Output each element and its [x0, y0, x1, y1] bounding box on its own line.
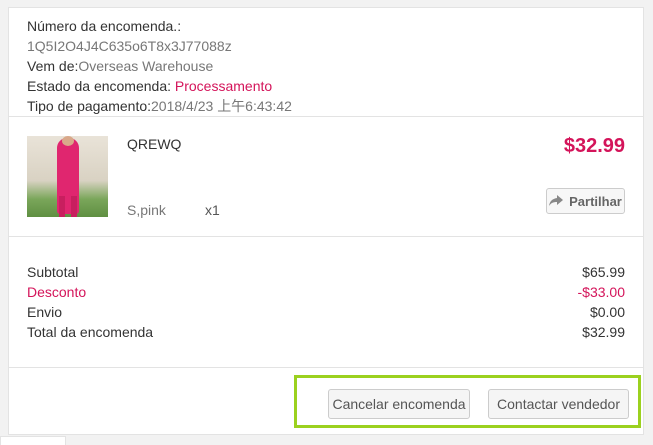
subtotal-label: Subtotal [27, 264, 79, 280]
order-number-label: Número da encomenda.: [27, 18, 182, 34]
subtotal-value: $65.99 [582, 264, 625, 280]
order-origin-value: Overseas Warehouse [78, 58, 214, 74]
order-payment-label: Tipo de pagamento: [27, 98, 152, 114]
contact-seller-button[interactable]: Contactar vendedor [488, 389, 629, 419]
divider [9, 116, 643, 117]
product-variant: S,pink [127, 202, 166, 218]
product-image[interactable] [27, 136, 108, 217]
share-button[interactable]: Partilhar [546, 188, 625, 214]
order-info: Número da encomenda.: 1Q5I2O4J4C635o6T8x… [27, 16, 625, 116]
order-status-label: Estado da encomenda: [27, 78, 175, 94]
order-origin-label: Vem de: [27, 58, 79, 74]
totals-row-discount: Desconto -$33.00 [27, 282, 625, 302]
discount-label: Desconto [27, 284, 87, 300]
order-totals: Subtotal $65.99 Desconto -$33.00 Envio $… [27, 262, 625, 342]
totals-row-total: Total da encomenda $32.99 [27, 322, 625, 342]
order-origin: Vem de:Overseas Warehouse [27, 56, 625, 76]
order-status-value: Processamento [174, 78, 273, 94]
share-arrow-icon [549, 195, 564, 206]
totals-row-shipping: Envio $0.00 [27, 302, 625, 322]
product-quantity: x1 [205, 202, 220, 218]
cancel-order-button[interactable]: Cancelar encomenda [328, 389, 470, 419]
order-payment-value: 2018/4/23 上午6:43:42 [151, 98, 292, 114]
totals-row-subtotal: Subtotal $65.99 [27, 262, 625, 282]
order-number-value: 1Q5I2O4J4C635o6T8x3J77088z [27, 38, 232, 54]
product-price: $32.99 [563, 135, 625, 157]
product-image-leg [71, 196, 77, 217]
order-actions: Cancelar encomenda Contactar vendedor [294, 375, 641, 428]
discount-value: -$33.00 [577, 284, 625, 300]
shipping-label: Envio [27, 304, 63, 320]
tab-stub [0, 436, 66, 445]
divider [9, 236, 643, 237]
order-total-value: $32.99 [582, 324, 625, 340]
product-name[interactable]: QREWQ [127, 136, 181, 152]
order-payment: Tipo de pagamento:2018/4/23 上午6:43:42 [27, 96, 625, 116]
share-button-label: Partilhar [569, 193, 622, 209]
product-image-leg [59, 196, 65, 217]
order-status: Estado da encomenda: Processamento [27, 76, 625, 96]
shipping-value: $0.00 [589, 304, 625, 320]
order-total-label: Total da encomenda [27, 324, 154, 340]
product-image-head [62, 136, 74, 146]
divider [9, 367, 643, 368]
order-card: Número da encomenda.: 1Q5I2O4J4C635o6T8x… [8, 7, 644, 435]
